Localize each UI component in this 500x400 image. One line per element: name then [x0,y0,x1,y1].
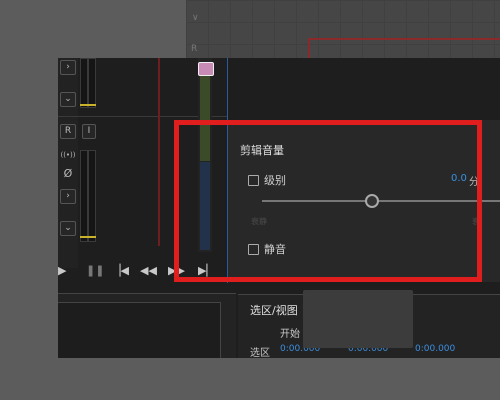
bottom-left-panel-content [58,302,221,358]
expand-chevron-right-icon[interactable]: › [60,60,76,75]
selection-duration-time[interactable]: 0:00.000 [415,344,455,354]
red-marker-line [158,58,160,246]
phase-invert-icon[interactable]: Ø [60,168,76,180]
expand-chevron-right-icon-2[interactable]: › [60,189,76,204]
selection-view-title: 选区/视图 [250,304,298,317]
vu-level-tick [80,104,96,106]
collapse-chevron-down-icon[interactable]: ⌄ [60,92,76,107]
background-chevron-icon: ∨ [192,13,199,23]
background-grid [186,0,500,60]
play-icon[interactable]: ▶ [58,264,66,277]
vu-meter-left [80,58,88,108]
background-r-label: R [191,44,198,54]
blurred-overlay [303,290,413,348]
vu-meter-left-2 [80,150,88,242]
vu-meter-right [88,58,96,108]
monitor-icon[interactable]: ((•)) [58,149,78,161]
input-monitor-button[interactable]: I [82,124,96,139]
record-arm-button[interactable]: R [60,124,76,139]
red-highlight-box [174,120,482,282]
volume-meter-handle[interactable] [198,62,214,76]
background-red-line [308,38,500,40]
vu-meter-right-2 [88,150,96,242]
vu-level-tick-2 [80,236,96,238]
column-start-header: 开始 [280,329,300,340]
selection-row-label: 选区 [250,348,270,358]
rewind-icon[interactable]: ◀◀ [140,264,157,277]
bottom-left-panel [58,293,236,358]
track-header-column [58,58,78,268]
pause-icon[interactable]: ❚❚ [86,264,104,277]
skip-to-start-icon[interactable]: ▕◀ [112,264,129,277]
collapse-chevron-down-icon-2[interactable]: ⌄ [60,221,76,236]
